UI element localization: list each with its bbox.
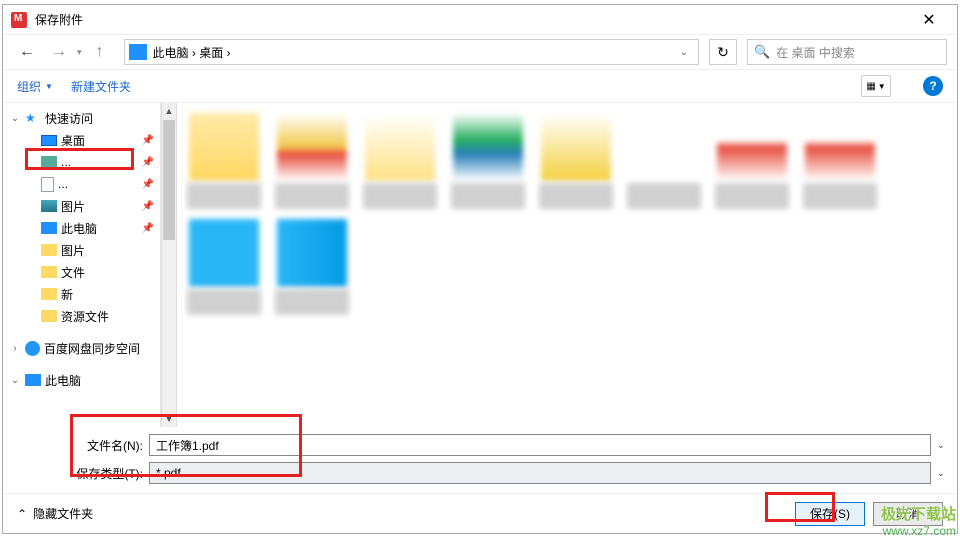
filetype-dropdown-icon[interactable]: ⌄ [937,468,945,479]
tree-pictures[interactable]: 图片📌 [3,195,160,217]
address-bar[interactable]: 此电脑 › 桌面 › ⌄ [124,39,699,65]
file-item[interactable] [183,113,265,213]
nav-back-button[interactable]: ← [13,38,41,66]
file-list-pane[interactable] [177,103,957,427]
nav-bar: ← → ▾ ↑ 此电脑 › 桌面 › ⌄ ↻ 🔍 在 桌面 中搜索 [3,35,957,69]
file-item[interactable] [183,219,265,319]
filetype-combo[interactable]: *.pdf [149,462,931,484]
nav-forward-button[interactable]: → [45,38,73,66]
help-button[interactable]: ? [923,76,943,96]
search-placeholder: 在 桌面 中搜索 [776,44,855,61]
search-input[interactable]: 🔍 在 桌面 中搜索 [747,39,947,65]
sidebar-scrollbar[interactable]: ▲ ▼ [161,103,177,427]
scroll-down-button[interactable]: ▼ [162,411,176,427]
view-options-button[interactable]: ▦ ▼ [861,75,891,97]
nav-up-button[interactable]: ↑ [86,38,114,66]
dialog-footer: ⌃隐藏文件夹 保存(S) 取消 [3,493,957,533]
tree-baidu[interactable]: ›百度网盘同步空间 [3,337,160,359]
scroll-up-button[interactable]: ▲ [162,103,176,119]
save-dialog: 保存附件 ✕ ← → ▾ ↑ 此电脑 › 桌面 › ⌄ ↻ 🔍 在 桌面 中搜索… [2,4,958,534]
nav-history-dropdown[interactable]: ▾ [77,47,82,58]
save-form: 文件名(N): ⌄ 保存类型(T): *.pdf ⌄ [3,427,957,487]
file-item[interactable] [623,113,705,213]
address-dropdown-icon[interactable]: ⌄ [674,47,694,58]
filetype-label: 保存类型(T): [71,465,143,482]
search-icon: 🔍 [754,44,770,60]
tree-quick-access[interactable]: ⌄★快速访问 [3,107,160,129]
new-folder-button[interactable]: 新建文件夹 [71,78,131,95]
window-title: 保存附件 [35,11,909,28]
organize-menu[interactable]: 组织▼ [17,78,53,95]
breadcrumb-path[interactable]: 此电脑 › 桌面 › [153,44,674,61]
toolbar: 组织▼ 新建文件夹 ▦ ▼ ? [3,69,957,103]
tree-this-pc-2[interactable]: ⌄此电脑 [3,369,160,391]
tree-documents[interactable]: ...📌 [3,173,160,195]
filetype-value: *.pdf [156,466,924,480]
file-item[interactable] [271,113,353,213]
tree-desktop[interactable]: 桌面📌 [3,129,160,151]
file-item[interactable] [799,113,881,213]
app-icon [11,12,27,28]
chevron-up-icon: ⌃ [17,507,27,521]
tree-downloads[interactable]: ...📌 [3,151,160,173]
close-button[interactable]: ✕ [909,6,949,34]
tree-folder-res[interactable]: 资源文件 [3,305,160,327]
file-item[interactable] [711,113,793,213]
titlebar: 保存附件 ✕ [3,5,957,35]
file-item[interactable] [535,113,617,213]
hide-folders-toggle[interactable]: ⌃隐藏文件夹 [17,505,93,522]
file-item[interactable] [271,219,353,319]
tree-this-pc[interactable]: 此电脑📌 [3,217,160,239]
location-icon [129,44,147,60]
file-item[interactable] [359,113,441,213]
tree-folder-files[interactable]: 文件 [3,261,160,283]
scroll-thumb[interactable] [163,120,175,240]
sidebar-tree: ⌄★快速访问 桌面📌 ...📌 ...📌 图片📌 此电脑📌 图片 文件 新 资源… [3,103,161,427]
save-button[interactable]: 保存(S) [795,502,865,526]
filename-label: 文件名(N): [71,437,143,454]
tree-folder-new[interactable]: 新 [3,283,160,305]
filename-dropdown-icon[interactable]: ⌄ [937,440,945,451]
filename-input[interactable] [149,434,931,456]
tree-folder-pictures[interactable]: 图片 [3,239,160,261]
refresh-button[interactable]: ↻ [709,39,737,65]
cancel-button[interactable]: 取消 [873,502,943,526]
file-item[interactable] [447,113,529,213]
